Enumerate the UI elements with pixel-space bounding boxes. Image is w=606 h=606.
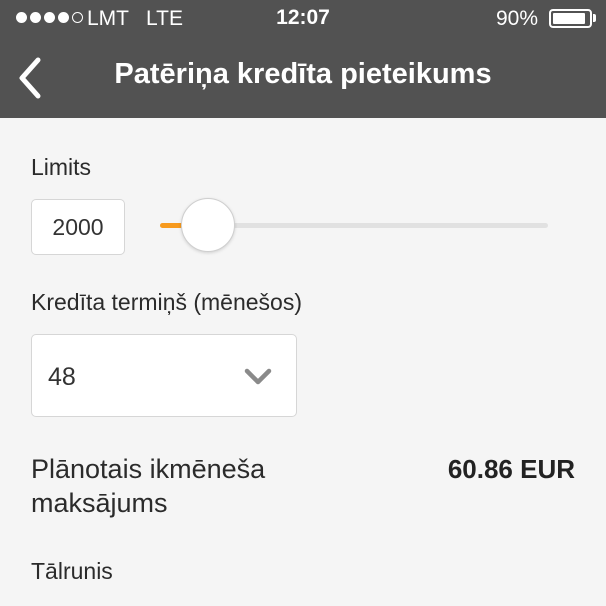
monthly-payment-label: Plānotais ikmēneša maksājums [31,454,266,518]
monthly-payment-value: 60.86 EUR [447,454,575,484]
term-selected-value: 48 [48,363,76,391]
chevron-left-icon [19,57,41,99]
status-bar: LMT LTE 12:07 90% [0,0,606,38]
battery-percent: 90% [496,7,539,30]
limit-slider-fill [160,223,183,228]
term-label: Kredīta termiņš (mēnešos) [31,289,302,315]
limit-input[interactable]: 2000 [31,199,125,255]
app-header: LMT LTE 12:07 90% Patēriņa kredīta piete… [0,0,606,118]
page-title: Patēriņa kredīta pieteikums [114,58,492,90]
battery-tip [593,14,596,22]
battery-icon [549,9,592,28]
limit-slider-thumb[interactable] [181,198,235,252]
back-button[interactable] [8,52,56,104]
chevron-down-icon [244,368,272,385]
phone-label: Tālrunis [31,558,113,584]
battery-level [553,13,585,24]
limit-label: Limits [31,154,92,180]
term-select[interactable]: 48 [31,334,297,417]
